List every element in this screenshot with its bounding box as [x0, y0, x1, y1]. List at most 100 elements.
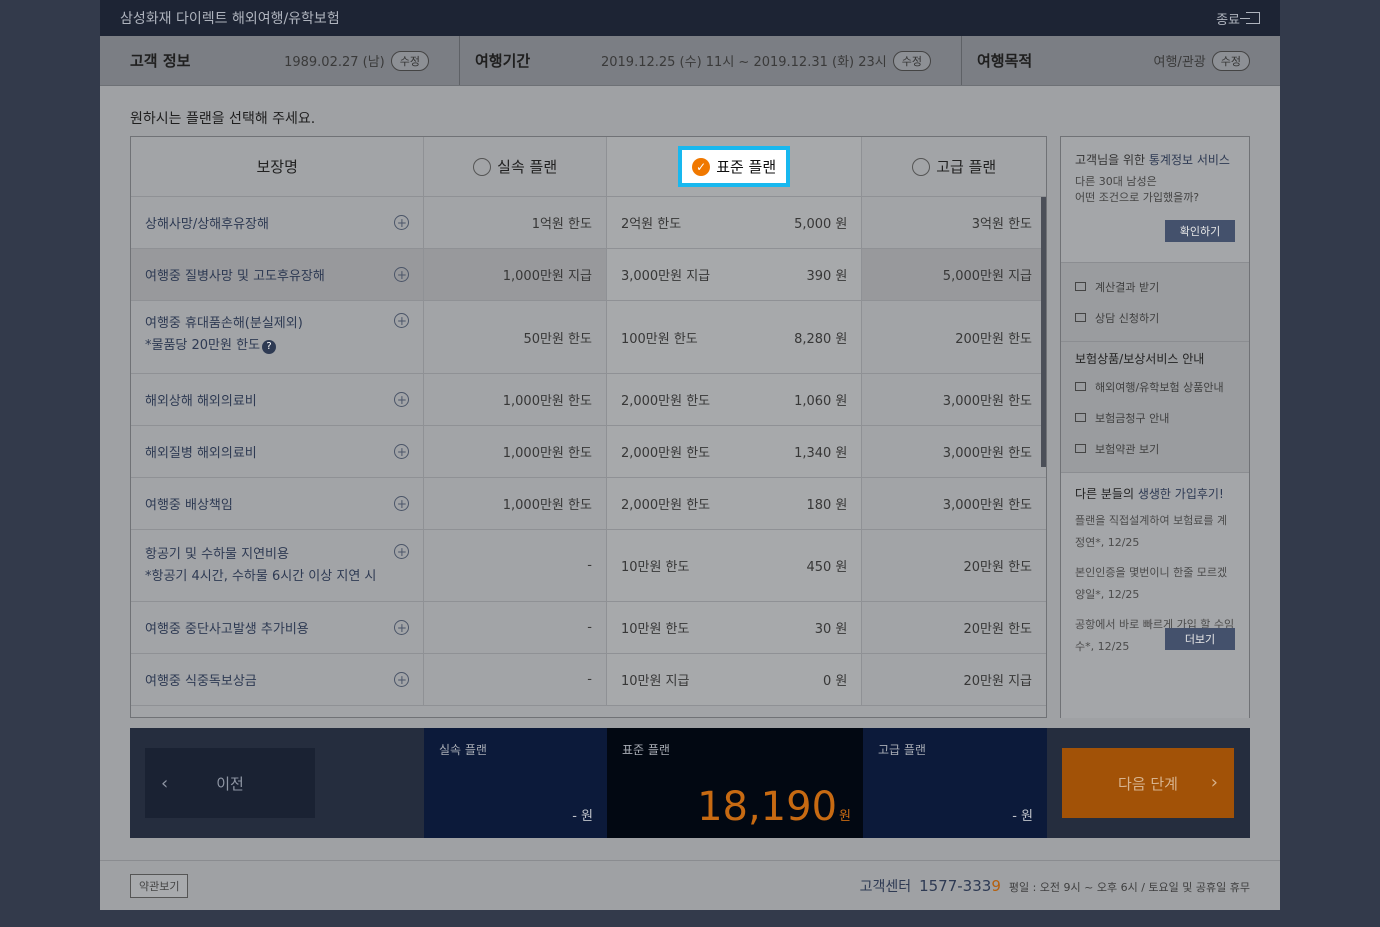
- result-link[interactable]: 계산결과 받기: [1075, 271, 1235, 302]
- confirm-button[interactable]: 확인하기: [1165, 220, 1235, 242]
- coverage-name[interactable]: 상해사망/상해후유장해 +: [131, 197, 425, 248]
- travel-purpose-value: 여행/관광: [1153, 55, 1206, 70]
- customer-center-label: 고객센터: [859, 878, 912, 895]
- envelope-icon: [1075, 382, 1086, 391]
- chevron-left-icon: ‹: [161, 773, 169, 794]
- standard-total-price: 18,190 원: [697, 784, 851, 830]
- basic-plan-option[interactable]: 실속 플랜: [424, 137, 607, 196]
- table-row: 여행중 중단사고발생 추가비용 + - 10만원 한도 30 원 20만원 한도: [131, 602, 1046, 654]
- result-link-label: 계산결과 받기: [1095, 280, 1160, 294]
- standard-price: 30 원: [814, 622, 848, 637]
- side-panel: 고객님을 위한 통계정보 서비스 다른 30대 남성은 어떤 조건으로 가입했을까…: [1060, 136, 1250, 718]
- standard-cell: 2,000만원 한도 180 원: [606, 478, 863, 529]
- expand-icon[interactable]: +: [394, 215, 410, 230]
- prev-label: 이전: [216, 774, 244, 793]
- standard-total-label: 표준 플랜: [622, 743, 670, 757]
- terms-link-label: 보험약관 보기: [1095, 442, 1160, 456]
- standard-plan-option[interactable]: ✓ 표준 플랜: [606, 137, 863, 196]
- edit-period-button[interactable]: 수정: [892, 50, 931, 71]
- phone-last-digit: 9: [991, 876, 1001, 895]
- customer-info: 고객 정보 1989.02.27 (남) 수정: [100, 36, 460, 85]
- standard-price: 5,000 원: [794, 217, 848, 232]
- next-step-button[interactable]: 다음 단계 ›: [1062, 748, 1234, 818]
- standard-price: 180 원: [806, 498, 848, 513]
- product-link-label: 해외여행/유학보험 상품안내: [1095, 380, 1224, 394]
- coverage-name[interactable]: 여행중 휴대품손해(분실제외) *물품당 20만원 한도? +: [131, 301, 425, 373]
- coverage-name[interactable]: 여행중 질병사망 및 고도후유장해 +: [131, 249, 425, 300]
- basic-radio-icon[interactable]: [473, 157, 492, 176]
- exit-button[interactable]: 종료: [1216, 9, 1260, 28]
- standard-amount: 2,000만원 한도: [620, 498, 711, 513]
- standard-cell: 3,000만원 지급 390 원: [606, 249, 863, 300]
- standard-cell: 10만원 한도 450 원: [606, 530, 863, 601]
- terms-link[interactable]: 보험약관 보기: [1075, 433, 1235, 464]
- review-item: 본인인증을 몇번이니 한줄 모르겠양일*, 12/25: [1075, 566, 1228, 601]
- travel-purpose: 여행목적 여행/관광 수정: [962, 36, 1280, 85]
- basic-amount: 1,000만원 한도: [424, 374, 607, 425]
- expand-icon[interactable]: +: [394, 313, 410, 328]
- table-row: 여행중 식중독보상금 + - 10만원 지급 0 원 20만원 지급: [131, 654, 1046, 706]
- stats-question-1: 다른 30대 남성은: [1075, 175, 1157, 188]
- table-scrollbar[interactable]: [1041, 197, 1046, 467]
- product-link[interactable]: 해외여행/유학보험 상품안내: [1075, 371, 1235, 402]
- basic-amount: 1,000만원 한도: [424, 426, 607, 477]
- expand-icon[interactable]: +: [394, 267, 410, 282]
- premium-amount: 5,000만원 지급: [862, 249, 1046, 300]
- coverage-name[interactable]: 해외질병 해외의료비 +: [131, 426, 425, 477]
- standard-price: 390 원: [806, 269, 848, 284]
- travel-purpose-label: 여행목적: [977, 52, 1033, 70]
- standard-plan-label: 표준 플랜: [716, 158, 777, 176]
- basic-total-label: 실속 플랜: [439, 743, 487, 757]
- stats-title-pre: 고객님을 위한: [1075, 153, 1149, 167]
- more-reviews-button[interactable]: 더보기: [1165, 628, 1235, 650]
- table-row: 상해사망/상해후유장해 + 1억원 한도 2억원 한도 5,000 원 3억원 한도: [131, 197, 1046, 249]
- coverage-name[interactable]: 해외상해 해외의료비 +: [131, 374, 425, 425]
- customer-center-phone: 1577-3339: [919, 877, 1001, 895]
- customer-center-hours: 평일 : 오전 9시 ~ 오후 6시 / 토요일 및 공휴일 휴무: [1008, 880, 1250, 894]
- expand-icon[interactable]: +: [394, 672, 410, 687]
- premium-radio-icon[interactable]: [912, 157, 931, 176]
- premium-plan-label: 고급 플랜: [936, 158, 997, 176]
- coverage-label: 상해사망/상해후유장해: [145, 217, 269, 232]
- edit-purpose-button[interactable]: 수정: [1211, 50, 1250, 71]
- exit-label: 종료: [1216, 12, 1240, 28]
- consult-link[interactable]: 상담 신청하기: [1075, 302, 1235, 333]
- stats-service: 고객님을 위한 통계정보 서비스 다른 30대 남성은 어떤 조건으로 가입했을까…: [1061, 137, 1249, 263]
- basic-plan-label: 실속 플랜: [497, 158, 558, 176]
- coverage-label: 여행중 휴대품손해(분실제외): [145, 316, 303, 331]
- view-terms-button[interactable]: 약관보기: [130, 873, 189, 898]
- coverage-label: 해외질병 해외의료비: [145, 446, 257, 461]
- clipboard-icon: [1075, 413, 1086, 422]
- coverage-name[interactable]: 항공기 및 수하물 지연비용 *항공기 4시간, 수하물 6시간 이상 지연 시…: [131, 530, 425, 601]
- premium-amount: 200만원 한도: [955, 331, 1032, 347]
- stats-title-accent: 통계정보 서비스: [1148, 153, 1230, 167]
- expand-icon[interactable]: +: [394, 620, 410, 635]
- standard-amount: 10만원 한도: [620, 622, 690, 637]
- reviews-title: 다른 분들의 생생한 가입후기!: [1075, 485, 1235, 502]
- basic-amount: -: [424, 654, 607, 705]
- coverage-name[interactable]: 여행중 식중독보상금 +: [131, 654, 425, 705]
- coverage-name[interactable]: 여행중 배상책임 +: [131, 478, 425, 529]
- table-header: 보장명 실속 플랜 ✓ 표준 플랜 고급 플랜: [131, 137, 1046, 197]
- coverage-header: 보장명: [131, 137, 425, 196]
- edit-customer-button[interactable]: 수정: [390, 50, 429, 71]
- expand-icon[interactable]: +: [394, 392, 410, 407]
- premium-amount: 20만원 한도: [963, 622, 1032, 637]
- help-icon[interactable]: ?: [262, 340, 277, 354]
- premium-plan-option[interactable]: 고급 플랜: [862, 137, 1046, 196]
- standard-price: 450 원: [806, 560, 848, 575]
- coverage-label-group: 항공기 및 수하물 지연비용 *항공기 4시간, 수하물 6시간 이상 지연 시: [145, 544, 376, 588]
- prev-button[interactable]: ‹ 이전: [145, 748, 315, 818]
- premium-amount: 3,000만원 한도: [942, 498, 1032, 513]
- expand-icon[interactable]: +: [394, 544, 410, 559]
- claim-link[interactable]: 보험금청구 안내: [1075, 402, 1235, 433]
- coverage-note: *항공기 4시간, 수하물 6시간 이상 지연 시: [145, 569, 377, 584]
- table-row: 여행중 질병사망 및 고도후유장해 + 1,000만원 지급 3,000만원 지급…: [131, 249, 1046, 301]
- bottom-bar: ‹ 이전 실속 플랜 - 원 표준 플랜 18,190 원 고급 플랜 - 원 다…: [130, 728, 1250, 838]
- expand-icon[interactable]: +: [394, 444, 410, 459]
- travel-period-value: 2019.12.25 (수) 11시 ~ 2019.12.31 (화) 23시: [600, 55, 887, 70]
- expand-icon[interactable]: +: [394, 496, 410, 511]
- coverage-name[interactable]: 여행중 중단사고발생 추가비용 +: [131, 602, 425, 653]
- standard-plan-selected[interactable]: ✓ 표준 플랜: [678, 146, 791, 187]
- standard-total-amount: 18,190: [697, 784, 838, 830]
